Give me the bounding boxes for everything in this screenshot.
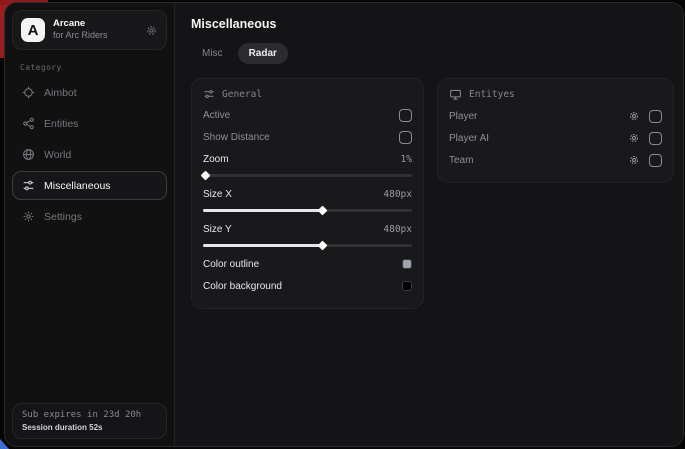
tab-bar: Misc Radar	[191, 43, 674, 64]
sliders-icon	[22, 179, 35, 192]
zoom-row: Zoom 1%	[203, 148, 412, 170]
color-outline-row: Color outline	[203, 253, 412, 275]
tab-misc[interactable]: Misc	[191, 43, 234, 64]
cards-row: General Active Show Distance Zoom 1%	[191, 78, 674, 309]
brand-gear-icon[interactable]	[145, 24, 158, 37]
size-x-row: Size X 480px	[203, 183, 412, 205]
entities-card: Entityes Player Player AI	[437, 78, 674, 183]
active-label: Active	[203, 110, 230, 121]
size-y-value: 480px	[383, 224, 412, 235]
general-card-header: General	[203, 88, 412, 100]
sidebar-item-miscellaneous[interactable]: Miscellaneous	[12, 171, 167, 200]
size-x-value: 480px	[383, 189, 412, 200]
sidebar-item-label: Miscellaneous	[44, 180, 111, 192]
entities-card-header: Entityes	[449, 88, 662, 101]
color-background-label: Color background	[203, 281, 282, 292]
app-window: A Arcane for Arc Riders Category Aimbot	[4, 2, 684, 447]
team-label: Team	[449, 155, 473, 166]
show-distance-label: Show Distance	[203, 132, 270, 143]
size-y-slider-thumb[interactable]	[318, 241, 328, 251]
sidebar-item-entities[interactable]: Entities	[12, 109, 167, 138]
zoom-slider-thumb[interactable]	[201, 171, 211, 181]
player-ai-gear-icon[interactable]	[628, 132, 640, 144]
sidebar-item-label: Aimbot	[44, 87, 77, 99]
color-background-row: Color background	[203, 275, 412, 297]
color-outline-label: Color outline	[203, 259, 259, 270]
brand-title: Arcane	[53, 19, 137, 30]
sidebar-nav: Aimbot Entities World	[12, 78, 167, 231]
size-y-row: Size Y 480px	[203, 218, 412, 240]
player-row: Player	[449, 105, 662, 127]
team-checkbox[interactable]	[649, 154, 662, 167]
sliders-horizontal-icon	[203, 88, 215, 100]
size-x-slider-thumb[interactable]	[318, 206, 328, 216]
zoom-slider-track	[203, 174, 412, 177]
show-distance-checkbox[interactable]	[399, 131, 412, 144]
zoom-label: Zoom	[203, 154, 229, 165]
crosshair-icon	[22, 86, 35, 99]
player-ai-label: Player AI	[449, 133, 489, 144]
sub-expires-text: Sub expires in 23d 20h	[22, 410, 157, 420]
page-title: Miscellaneous	[191, 17, 674, 31]
brand-text: Arcane for Arc Riders	[53, 19, 137, 40]
subscription-card: Sub expires in 23d 20h Session duration …	[12, 403, 167, 439]
player-checkbox[interactable]	[649, 110, 662, 123]
size-x-slider-fill	[203, 209, 322, 212]
player-ai-row: Player AI	[449, 127, 662, 149]
sidebar-item-label: World	[44, 149, 71, 161]
globe-icon	[22, 148, 35, 161]
size-x-slider[interactable]	[203, 206, 412, 214]
brand-logo: A	[21, 18, 45, 42]
sidebar-item-settings[interactable]: Settings	[12, 202, 167, 231]
general-card: General Active Show Distance Zoom 1%	[191, 78, 424, 309]
sidebar-item-world[interactable]: World	[12, 140, 167, 169]
monitor-icon	[449, 88, 462, 101]
sidebar-item-label: Entities	[44, 118, 78, 130]
team-gear-icon[interactable]	[628, 154, 640, 166]
color-background-swatch[interactable]	[402, 281, 412, 291]
player-label: Player	[449, 111, 477, 122]
zoom-value: 1%	[401, 154, 412, 165]
size-y-label: Size Y	[203, 224, 232, 235]
player-ai-checkbox[interactable]	[649, 132, 662, 145]
size-x-label: Size X	[203, 189, 232, 200]
share-icon	[22, 117, 35, 130]
active-checkbox[interactable]	[399, 109, 412, 122]
entities-card-title: Entityes	[469, 89, 515, 100]
team-row: Team	[449, 149, 662, 171]
sidebar-item-aimbot[interactable]: Aimbot	[12, 78, 167, 107]
gear-icon	[22, 210, 35, 223]
active-row: Active	[203, 104, 412, 126]
main-content: Miscellaneous Misc Radar General	[175, 3, 684, 446]
tab-radar[interactable]: Radar	[238, 43, 288, 64]
color-outline-swatch[interactable]	[402, 259, 412, 269]
session-duration-text: Session duration 52s	[22, 423, 157, 432]
sidebar: A Arcane for Arc Riders Category Aimbot	[5, 3, 175, 446]
size-y-slider[interactable]	[203, 241, 412, 249]
brand-card: A Arcane for Arc Riders	[12, 10, 167, 50]
show-distance-row: Show Distance	[203, 126, 412, 148]
sidebar-item-label: Settings	[44, 211, 82, 223]
size-y-slider-fill	[203, 244, 322, 247]
category-label: Category	[20, 63, 167, 72]
player-gear-icon[interactable]	[628, 110, 640, 122]
general-card-title: General	[222, 89, 262, 100]
brand-subtitle: for Arc Riders	[53, 30, 137, 40]
zoom-slider[interactable]	[203, 171, 412, 179]
